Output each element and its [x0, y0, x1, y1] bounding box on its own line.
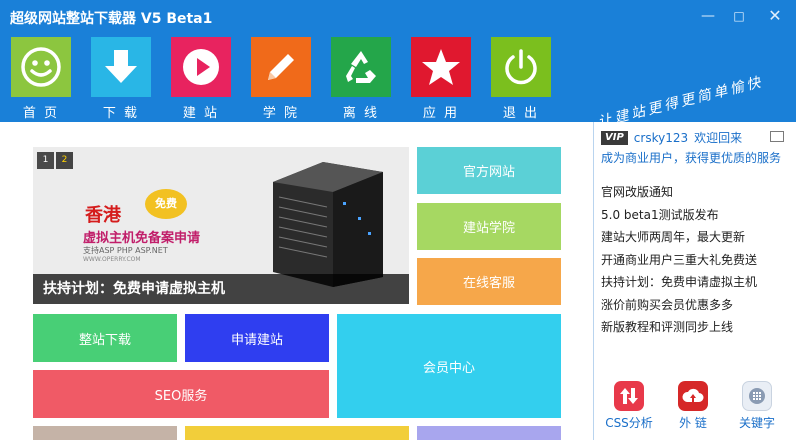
power-icon [491, 37, 551, 97]
news-list: 官网改版通知 5.0 beta1测试版发布 建站大师两周年，最大更新 开通商业用… [601, 181, 791, 339]
banner-caption: 扶持计划：免费申请虚拟主机 [33, 274, 409, 304]
play-icon [171, 37, 231, 97]
banner-pager: 1 2 [37, 152, 73, 169]
username-link[interactable]: crsky123 [634, 131, 688, 145]
tile-apply-site[interactable]: 申请建站 [185, 314, 329, 362]
css-analysis-button[interactable]: CSS分析 [601, 381, 657, 431]
mail-icon[interactable] [770, 131, 784, 142]
toolbar-download-button[interactable]: 下 载 [91, 37, 153, 121]
quick-tools: CSS分析 外 链 关键字 [595, 377, 796, 440]
keypad-icon [742, 381, 772, 411]
maximize-button[interactable]: □ [728, 6, 750, 26]
download-arrow-icon [91, 37, 151, 97]
tile-partial-3[interactable] [417, 426, 561, 440]
tool-label: 外 链 [679, 416, 707, 430]
welcome-text: 欢迎回来 [694, 131, 743, 145]
tile-online-service[interactable]: 在线客服 [417, 258, 561, 305]
news-item[interactable]: 官网改版通知 [601, 181, 791, 204]
banner-carousel[interactable]: 1 2 免费 香港 虚拟主机免备案申请 支持ASP PHP ASP.NET WW… [33, 147, 409, 304]
tool-label: 关键字 [738, 416, 775, 430]
banner-page-1[interactable]: 1 [37, 152, 54, 169]
news-item[interactable]: 开通商业用户三重大礼免费送 [601, 249, 791, 272]
ad-badge: 免费 [145, 189, 187, 219]
tile-member-center[interactable]: 会员中心 [337, 314, 561, 418]
main-toolbar: 首 页 下 载 建 站 学 院 离 线 应 用 退 出 让建站更得更简单愉快 [0, 34, 796, 131]
toolbar-label: 退 出 [502, 106, 540, 121]
server-rack-icon [273, 162, 383, 287]
toolbar-label: 建 站 [182, 106, 220, 121]
right-sidebar: VIP crsky123 欢迎回来 成为商业用户，获得更优质的服务 官网改版通知… [595, 122, 796, 440]
tile-site-download[interactable]: 整站下载 [33, 314, 177, 362]
tile-official-site[interactable]: 官方网站 [417, 147, 561, 194]
title-bar: 超级网站整站下载器 V5 Beta1 — □ ✕ [0, 0, 796, 34]
toolbar-label: 应 用 [422, 106, 460, 121]
recycle-icon [331, 37, 391, 97]
news-item[interactable]: 建站大师两周年，最大更新 [601, 226, 791, 249]
toolbar-home-button[interactable]: 首 页 [11, 37, 73, 121]
vip-badge: VIP [601, 130, 628, 145]
tile-partial-2[interactable] [185, 426, 409, 440]
close-button[interactable]: ✕ [764, 6, 786, 26]
star-icon [411, 37, 471, 97]
tile-panel: 1 2 免费 香港 虚拟主机免备案申请 支持ASP PHP ASP.NET WW… [0, 122, 594, 440]
toolbar-academy-button[interactable]: 学 院 [251, 37, 313, 121]
toolbar-label: 离 线 [342, 106, 380, 121]
toolbar-build-button[interactable]: 建 站 [171, 37, 233, 121]
toolbar-apps-button[interactable]: 应 用 [411, 37, 473, 121]
ad-subtitle: 虚拟主机免备案申请 [83, 231, 201, 246]
tile-seo-service[interactable]: SEO服务 [33, 370, 329, 418]
news-item[interactable]: 新版教程和评测同步上线 [601, 316, 791, 339]
news-item[interactable]: 5.0 beta1测试版发布 [601, 204, 791, 227]
pencil-icon [251, 37, 311, 97]
ad-tech: 支持ASP PHP ASP.NET [83, 246, 168, 255]
smiley-icon [11, 37, 71, 97]
news-item[interactable]: 扶持计划：免费申请虚拟主机 [601, 271, 791, 294]
toolbar-label: 下 载 [102, 106, 140, 121]
tool-label: CSS分析 [605, 416, 653, 430]
tile-academy[interactable]: 建站学院 [417, 203, 561, 250]
toolbar-label: 首 页 [22, 106, 60, 121]
cloud-upload-icon [678, 381, 708, 411]
user-row: VIP crsky123 欢迎回来 [601, 129, 742, 146]
keyword-button[interactable]: 关键字 [729, 381, 785, 431]
upgrade-link[interactable]: 成为商业用户，获得更优质的服务 [601, 149, 781, 166]
toolbar-offline-button[interactable]: 离 线 [331, 37, 393, 121]
app-title: 超级网站整站下载器 V5 Beta1 [10, 11, 213, 27]
toolbar-exit-button[interactable]: 退 出 [491, 37, 553, 121]
banner-page-2[interactable]: 2 [56, 152, 73, 169]
arrows-up-down-icon [614, 381, 644, 411]
tile-partial-1[interactable] [33, 426, 177, 440]
external-links-button[interactable]: 外 链 [665, 381, 721, 431]
toolbar-label: 学 院 [262, 106, 300, 121]
ad-title: 香港 [85, 205, 121, 226]
minimize-button[interactable]: — [697, 6, 719, 26]
ad-url: WWW.OPERRY.COM [83, 256, 141, 263]
news-item[interactable]: 涨价前购买会员优惠多多 [601, 294, 791, 317]
main-content: 1 2 免费 香港 虚拟主机免备案申请 支持ASP PHP ASP.NET WW… [0, 122, 796, 440]
